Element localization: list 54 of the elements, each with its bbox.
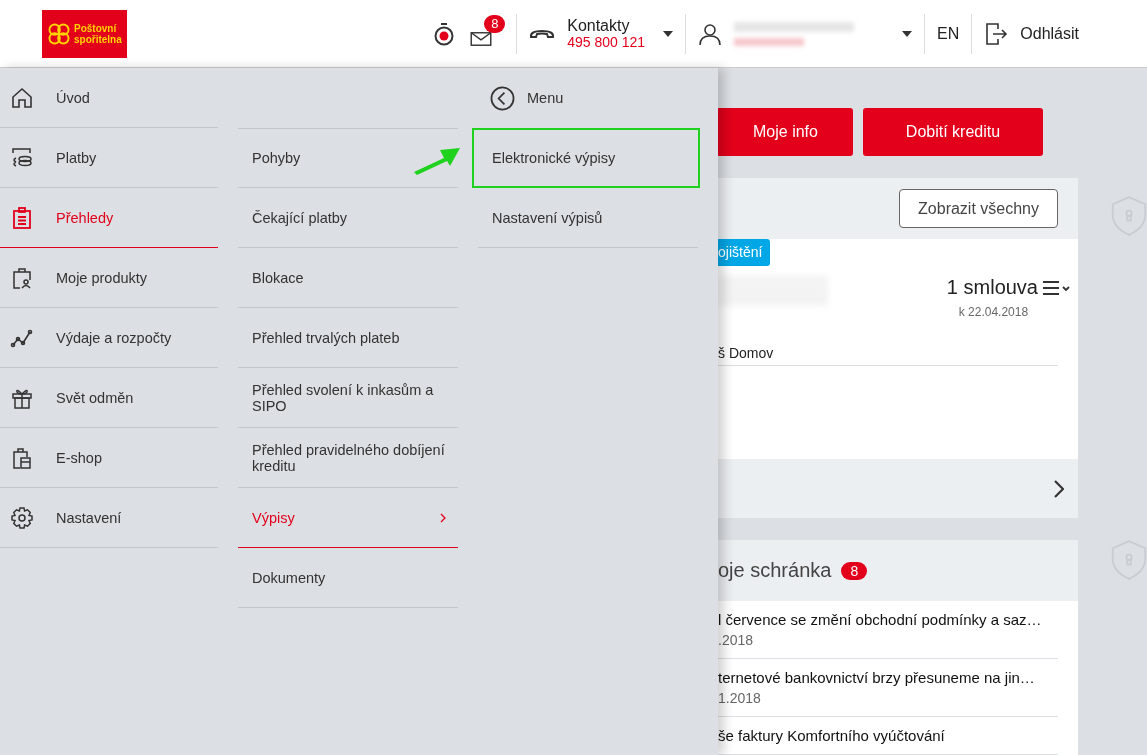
clipboard-icon: [10, 205, 34, 230]
action-button[interactable]: Dobití kreditu: [863, 108, 1043, 156]
logout-icon: [984, 21, 1009, 46]
unread-badge: 8: [484, 14, 506, 33]
menu-item[interactable]: Svět odměn: [0, 368, 218, 428]
submenu-item[interactable]: Přehled trvalých plateb: [238, 308, 458, 368]
settings-icon: [10, 505, 34, 530]
bag-icon: [10, 265, 34, 290]
chevron-right-icon: [440, 512, 446, 523]
contacts-dropdown[interactable]: Kontakty 495 800 121: [529, 16, 674, 51]
chevron-right-icon[interactable]: [1054, 479, 1064, 498]
submenu-item[interactable]: Přehled pravidelného dobíjení kreditu: [238, 428, 458, 488]
message-title[interactable]: l července se změní obchodní podmínky a saz…: [718, 610, 1058, 630]
submenu-item[interactable]: Nastavení výpisů: [478, 188, 698, 248]
menu-item[interactable]: Přehledy: [0, 188, 218, 248]
menu-item[interactable]: Moje produkty: [0, 248, 218, 308]
contract-count: 1 smlouva: [946, 276, 1038, 299]
submenu-item[interactable]: Přehled svolení k inkasům a SIPO: [238, 368, 458, 428]
submenu-item[interactable]: Výpisy: [238, 488, 458, 548]
shopping-bag-icon: [10, 445, 34, 470]
contract-date: k 22.04.2018: [958, 305, 1029, 319]
list-dropdown-icon[interactable]: [1042, 279, 1070, 296]
message-date: 1.2018: [718, 689, 762, 708]
user-icon: [698, 21, 723, 46]
caret-icon: [663, 30, 674, 37]
logout-button[interactable]: Odhlásit: [984, 21, 1079, 46]
menu-item[interactable]: Nastavení: [0, 488, 218, 548]
submenu-item[interactable]: Čekající platby: [238, 188, 458, 248]
user-dropdown[interactable]: [698, 21, 913, 46]
blurred-subtitle: [734, 37, 805, 46]
mailbox-title: oje schránka: [718, 559, 832, 582]
menu-item[interactable]: Platby: [0, 128, 218, 188]
show-all-button[interactable]: Zobrazit všechny: [899, 189, 1058, 228]
envelope-icon[interactable]: [470, 30, 493, 47]
back-button[interactable]: Menu: [478, 68, 698, 128]
message-date: .2018: [718, 631, 755, 650]
action-button[interactable]: Moje info: [718, 108, 853, 156]
message-title[interactable]: ternetové bankovnictví brzy přesuneme na jin…: [718, 668, 1058, 688]
submenu-item[interactable]: Blokace: [238, 248, 458, 308]
category-tag: ojištění: [718, 239, 771, 266]
coins-icon: [10, 145, 34, 170]
language-link[interactable]: EN: [937, 24, 960, 43]
logo[interactable]: Poštovní spořitelna: [42, 9, 127, 58]
phone-icon: [529, 27, 556, 40]
home-icon: [10, 85, 34, 110]
caret-icon: [902, 30, 913, 37]
menu-item[interactable]: Výdaje a rozpočty: [0, 308, 218, 368]
menu-item[interactable]: Úvod: [0, 68, 218, 128]
submenu-item[interactable]: Dokumenty: [238, 548, 458, 608]
menu-item[interactable]: E-shop: [0, 428, 218, 488]
unread-badge: 8: [841, 561, 868, 580]
product-name: š Domov: [718, 345, 1058, 366]
back-icon: [490, 85, 515, 111]
message-title[interactable]: še faktury Komfortního vyúčtování: [718, 726, 1058, 746]
